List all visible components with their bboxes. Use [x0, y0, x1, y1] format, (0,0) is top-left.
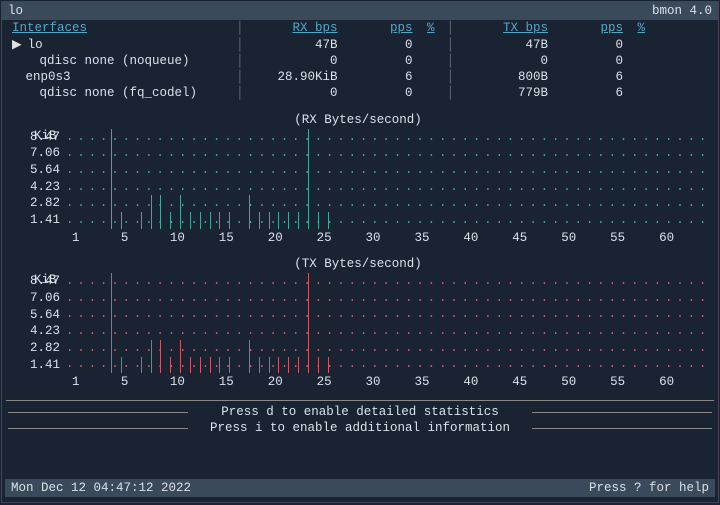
rx-x-axis: 151015202530354045505560	[8, 230, 708, 246]
statusbar-date: Mon Dec 12 04:47:12 2022	[11, 480, 191, 496]
hint-detailed: Press d to enable detailed statistics	[2, 404, 718, 420]
rx-bps: 47B	[248, 37, 338, 53]
interface-name: enp0s3	[20, 70, 71, 84]
rx-bps: 28.90KiB	[248, 69, 338, 85]
tx-x-axis: 151015202530354045505560	[8, 374, 708, 390]
col-header-interfaces: Interfaces	[12, 20, 232, 36]
rx-bps: 0	[248, 53, 338, 69]
tx-chart-unit: KiB	[34, 272, 57, 288]
tx-pps: 6	[548, 69, 623, 85]
table-row[interactable]: qdisc none (noqueue)│00│00	[2, 53, 718, 69]
interface-name: qdisc none (noqueue)	[20, 54, 190, 68]
tx-bps: 800B	[458, 69, 548, 85]
statusbar-help: Press ? for help	[589, 480, 709, 496]
hint-additional: Press i to enable additional information	[2, 420, 718, 436]
rx-pps: 0	[338, 85, 413, 101]
table-row[interactable]: ▶lo│47B0│47B0	[2, 37, 718, 53]
table-header: Interfaces │ RX bps pps % │ TX bps pps %	[2, 20, 718, 36]
rx-chart: (RX Bytes/second) KiB 8.477.065.644.232.…	[2, 112, 718, 247]
tx-bps: 0	[458, 53, 548, 69]
titlebar: lo bmon 4.0	[2, 2, 718, 20]
interface-name: lo	[22, 38, 43, 52]
col-header-pps2: pps	[548, 20, 623, 36]
tx-bps: 47B	[458, 37, 548, 53]
tx-chart: (TX Bytes/second) KiB 8.477.065.644.232.…	[2, 256, 718, 391]
tx-bps: 779B	[458, 85, 548, 101]
tx-pps: 0	[548, 37, 623, 53]
col-header-pps1: pps	[338, 20, 413, 36]
table-row[interactable]: qdisc none (fq_codel)│00│779B6	[2, 85, 718, 101]
table-row[interactable]: enp0s3│28.90KiB6│800B6	[2, 69, 718, 85]
tx-pps: 0	[548, 53, 623, 69]
rx-chart-unit: KiB	[34, 128, 57, 144]
titlebar-right: bmon 4.0	[652, 3, 712, 19]
titlebar-left: lo	[8, 3, 23, 19]
rx-pps: 6	[338, 69, 413, 85]
col-header-rxbps: RX bps	[248, 20, 338, 36]
col-header-txbps: TX bps	[458, 20, 548, 36]
col-header-pct1: %	[413, 20, 443, 36]
rx-chart-title: (RX Bytes/second)	[8, 112, 708, 128]
divider	[6, 400, 714, 401]
rx-bps: 0	[248, 85, 338, 101]
tx-pps: 6	[548, 85, 623, 101]
col-header-pct2: %	[623, 20, 653, 36]
statusbar: Mon Dec 12 04:47:12 2022 Press ? for hel…	[5, 479, 715, 497]
rx-plot-area: ........................................…	[66, 129, 708, 229]
interface-name: qdisc none (fq_codel)	[20, 86, 198, 100]
tx-chart-title: (TX Bytes/second)	[8, 256, 708, 272]
tx-plot-area: ........................................…	[66, 273, 708, 373]
interface-table[interactable]: ▶lo│47B0│47B0 qdisc none (noqueue)│00│00…	[2, 37, 718, 102]
rx-pps: 0	[338, 37, 413, 53]
rx-pps: 0	[338, 53, 413, 69]
